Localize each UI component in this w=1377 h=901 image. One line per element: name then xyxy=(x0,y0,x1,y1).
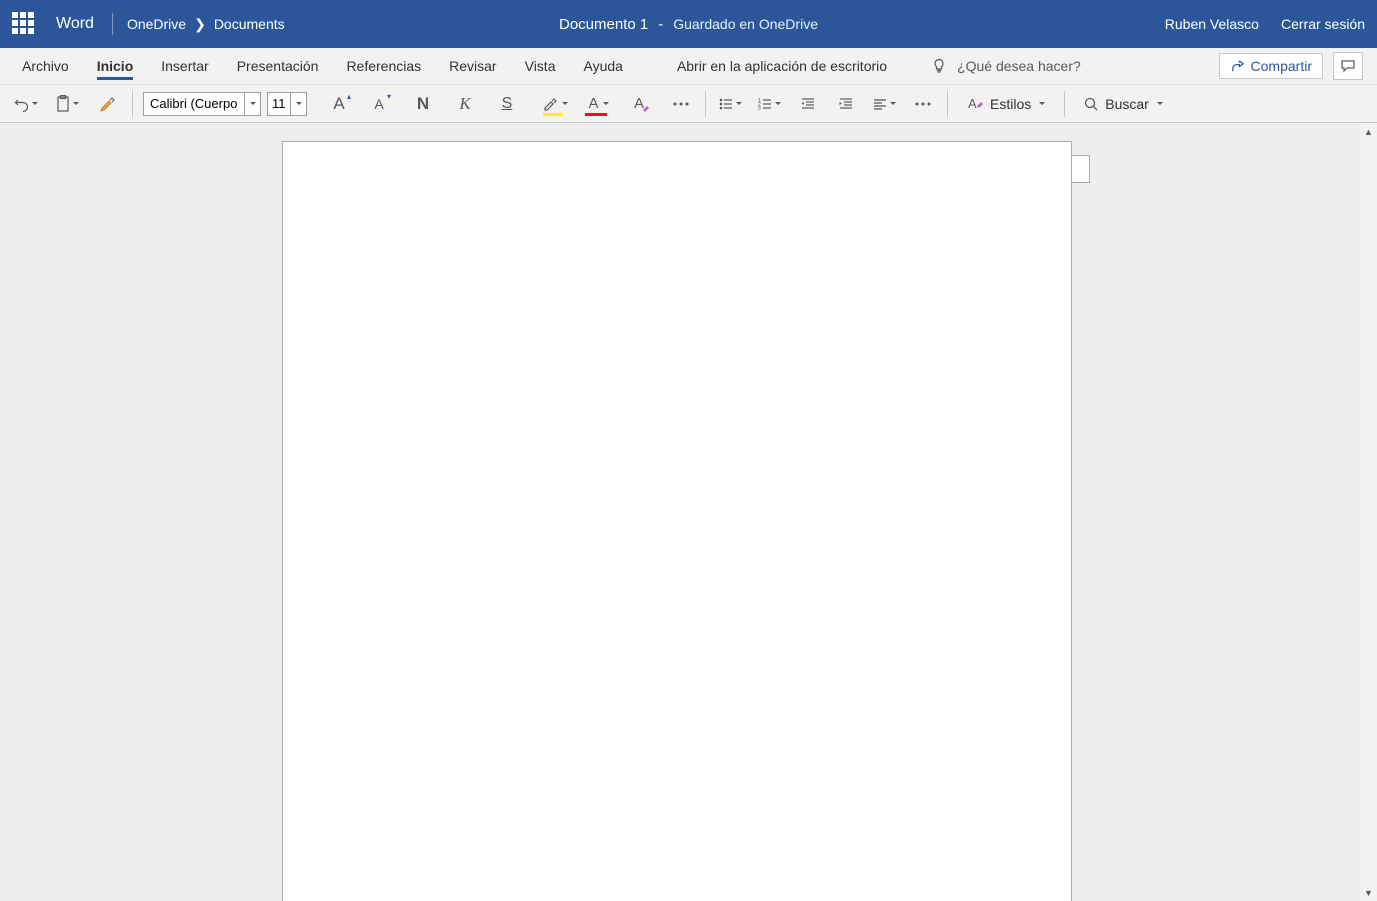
tab-references[interactable]: Referencias xyxy=(332,48,435,84)
increase-indent-button[interactable] xyxy=(832,90,860,118)
font-size-input[interactable] xyxy=(268,96,290,111)
breadcrumb[interactable]: OneDrive ❯ Documents xyxy=(127,16,285,33)
bullets-icon xyxy=(718,96,734,112)
find-button[interactable]: Buscar xyxy=(1075,90,1172,118)
share-button[interactable]: Compartir xyxy=(1219,53,1323,79)
chevron-down-icon[interactable] xyxy=(290,93,306,115)
lightbulb-icon xyxy=(931,58,947,74)
vertical-scrollbar[interactable]: ▲ ▼ xyxy=(1360,123,1377,901)
divider xyxy=(112,13,113,35)
bullets-button[interactable] xyxy=(716,90,745,118)
tab-layout[interactable]: Presentación xyxy=(223,48,333,84)
ellipsis-icon xyxy=(914,101,932,107)
tab-file[interactable]: Archivo xyxy=(8,48,83,84)
more-paragraph-button[interactable] xyxy=(909,90,937,118)
app-launcher-button[interactable] xyxy=(12,12,36,36)
document-page[interactable] xyxy=(282,141,1072,901)
grow-font-button[interactable]: A▴ xyxy=(325,90,353,118)
tab-home[interactable]: Inicio xyxy=(83,48,148,84)
svg-text:A: A xyxy=(968,96,977,111)
highlight-button[interactable] xyxy=(537,90,573,118)
separator xyxy=(1064,91,1065,117)
chevron-down-icon xyxy=(31,100,39,108)
eraser-icon xyxy=(641,104,651,114)
italic-button[interactable]: K xyxy=(451,90,479,118)
separator xyxy=(705,91,706,117)
highlighter-icon xyxy=(542,96,558,112)
title-separator: - xyxy=(658,16,663,33)
breadcrumb-item[interactable]: Documents xyxy=(214,16,285,32)
font-name-select[interactable] xyxy=(143,92,261,116)
chevron-down-icon xyxy=(1038,100,1046,108)
font-color-button[interactable]: A xyxy=(581,90,617,118)
comment-icon xyxy=(1340,58,1356,74)
align-button[interactable] xyxy=(870,90,899,118)
side-tab[interactable] xyxy=(1072,155,1090,183)
tab-insert[interactable]: Insertar xyxy=(147,48,222,84)
document-canvas[interactable]: ▲ ▼ xyxy=(0,123,1377,901)
share-label: Compartir xyxy=(1251,58,1312,74)
font-name-input[interactable] xyxy=(144,96,244,111)
chevron-down-icon xyxy=(774,100,782,108)
undo-button[interactable] xyxy=(12,90,41,118)
chevron-down-icon xyxy=(561,100,569,108)
separator xyxy=(947,91,948,117)
outdent-icon xyxy=(800,96,816,112)
undo-icon xyxy=(14,96,30,112)
format-painter-button[interactable] xyxy=(94,90,122,118)
indent-icon xyxy=(838,96,854,112)
styles-label: Estilos xyxy=(990,96,1031,112)
chevron-down-icon[interactable] xyxy=(244,93,260,115)
separator xyxy=(132,91,133,117)
chevron-down-icon xyxy=(602,100,610,108)
user-name[interactable]: Ruben Velasco xyxy=(1165,16,1259,32)
svg-text:3: 3 xyxy=(758,106,761,112)
styles-button[interactable]: A Estilos xyxy=(958,90,1054,118)
font-size-select[interactable] xyxy=(267,92,307,116)
share-icon xyxy=(1230,59,1245,74)
caret-up-icon: ▴ xyxy=(347,92,351,101)
sign-out-link[interactable]: Cerrar sesión xyxy=(1281,16,1365,32)
align-left-icon xyxy=(872,96,888,112)
styles-icon: A xyxy=(966,95,984,113)
chevron-down-icon xyxy=(72,100,80,108)
save-status: Guardado en OneDrive xyxy=(673,16,818,32)
tab-help[interactable]: Ayuda xyxy=(569,48,636,84)
chevron-down-icon xyxy=(1156,100,1164,108)
find-label: Buscar xyxy=(1105,96,1149,112)
chevron-down-icon xyxy=(889,100,897,108)
search-icon xyxy=(1083,96,1099,112)
breadcrumb-item[interactable]: OneDrive xyxy=(127,16,186,32)
document-title[interactable]: Documento 1 xyxy=(559,16,648,33)
underline-button[interactable]: S xyxy=(493,90,521,118)
decrease-indent-button[interactable] xyxy=(794,90,822,118)
paste-button[interactable] xyxy=(53,90,82,118)
numbering-icon: 123 xyxy=(757,96,773,112)
chevron-right-icon: ❯ xyxy=(194,16,206,33)
clear-formatting-button[interactable]: A xyxy=(625,90,653,118)
bold-button[interactable]: N xyxy=(409,90,437,118)
brush-icon xyxy=(99,95,117,113)
tab-review[interactable]: Revisar xyxy=(435,48,510,84)
tell-me-label: ¿Qué desea hacer? xyxy=(957,58,1081,74)
ellipsis-icon xyxy=(672,101,690,107)
tab-view[interactable]: Vista xyxy=(511,48,570,84)
scroll-up-button[interactable]: ▲ xyxy=(1360,123,1377,140)
shrink-font-button[interactable]: A▾ xyxy=(365,90,393,118)
chevron-down-icon xyxy=(735,100,743,108)
scroll-down-button[interactable]: ▼ xyxy=(1360,884,1377,901)
app-name[interactable]: Word xyxy=(56,15,94,33)
open-desktop-link[interactable]: Abrir en la aplicación de escritorio xyxy=(663,48,901,84)
more-font-button[interactable] xyxy=(667,90,695,118)
scroll-track[interactable] xyxy=(1360,140,1377,884)
caret-down-icon: ▾ xyxy=(387,92,391,101)
clipboard-icon xyxy=(55,95,71,113)
comments-button[interactable] xyxy=(1333,52,1363,80)
tell-me-search[interactable]: ¿Qué desea hacer? xyxy=(931,48,1081,84)
numbering-button[interactable]: 123 xyxy=(755,90,784,118)
